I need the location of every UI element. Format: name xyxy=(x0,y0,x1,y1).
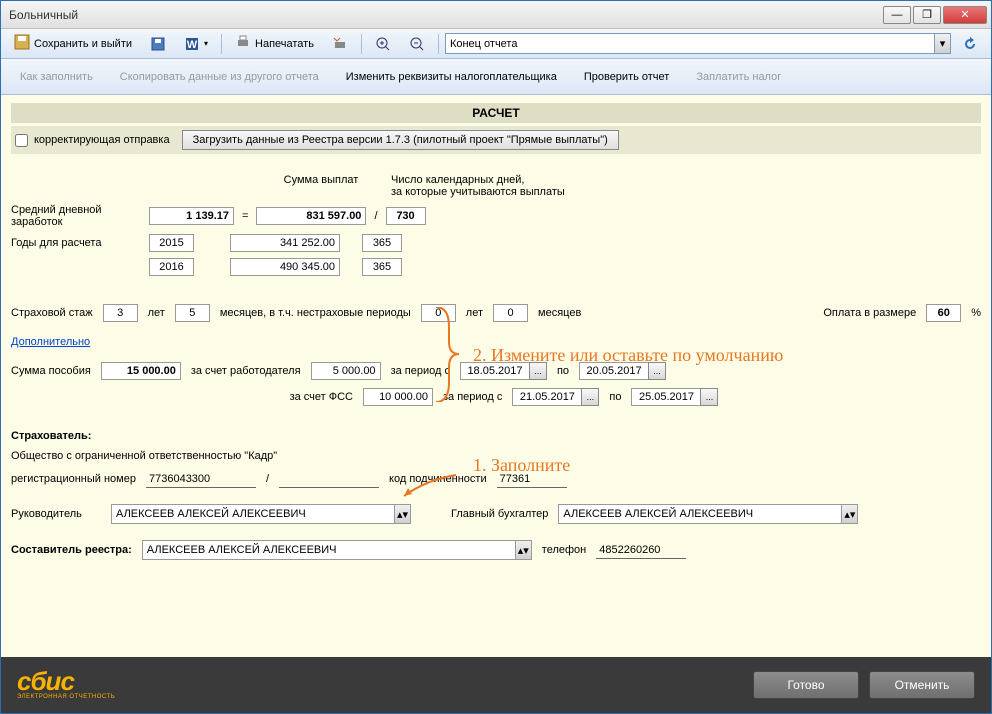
word-icon-button[interactable]: W▾ xyxy=(177,32,215,56)
chevron-down-icon[interactable]: ▾ xyxy=(934,34,950,53)
insurer-title: Страхователь: xyxy=(11,430,981,442)
reg-number[interactable] xyxy=(146,470,256,488)
fss-share-label: за счет ФСС xyxy=(223,391,353,403)
report-section-combo[interactable]: Конец отчета ▾ xyxy=(445,33,951,54)
save-exit-button[interactable]: Сохранить и выйти xyxy=(7,30,139,57)
maximize-button[interactable]: ❐ xyxy=(913,6,941,24)
svg-text:W: W xyxy=(187,39,198,51)
titlebar: Больничный — ❐ ✕ xyxy=(1,1,991,29)
noninsurance-years[interactable] xyxy=(421,304,456,322)
reg-number-label: регистрационный номер xyxy=(11,473,136,485)
year2-sum[interactable] xyxy=(230,258,340,276)
window-title: Больничный xyxy=(5,8,883,22)
combo-value: Конец отчета xyxy=(450,38,518,50)
year2-days[interactable] xyxy=(362,258,402,276)
subord-code[interactable] xyxy=(497,470,567,488)
fss-date-to[interactable] xyxy=(631,388,701,406)
pay-tax-button[interactable]: Заплатить налог xyxy=(683,69,789,85)
subord-code-label: код подчиненности xyxy=(389,473,487,485)
zoom-in-icon[interactable] xyxy=(368,32,398,56)
employer-share-label: за счет работодателя xyxy=(191,365,301,377)
print-dropdown-icon[interactable] xyxy=(325,32,355,56)
cancel-button[interactable]: Отменить xyxy=(869,671,975,699)
year1-days[interactable] xyxy=(362,234,402,252)
refresh-icon[interactable] xyxy=(955,32,985,56)
stazh-months[interactable] xyxy=(175,304,210,322)
phone-input[interactable] xyxy=(596,541,686,559)
head-label: Руководитель xyxy=(11,508,101,520)
calendar-icon[interactable]: ... xyxy=(529,362,547,380)
print-label: Напечатать xyxy=(255,38,314,50)
fss-share[interactable] xyxy=(363,388,433,406)
copy-data-button[interactable]: Скопировать данные из другого отчета xyxy=(107,69,327,85)
employer-date-from[interactable] xyxy=(460,362,530,380)
benefit-sum-label: Сумма пособия xyxy=(11,365,91,377)
phone-label: телефон xyxy=(542,544,586,556)
zoom-out-icon[interactable] xyxy=(402,32,432,56)
footer: сбис ЭЛЕКТРОННАЯ ОТЧЕТНОСТЬ Готово Отмен… xyxy=(1,657,991,713)
more-link[interactable]: Дополнительно xyxy=(11,336,90,348)
ok-button[interactable]: Готово xyxy=(753,671,859,699)
pay-rate[interactable] xyxy=(926,304,961,322)
avg-earning-label: Средний дневной заработок xyxy=(11,204,141,228)
print-button[interactable]: Напечатать xyxy=(228,30,321,57)
dropdown-icon[interactable]: ▴▾ xyxy=(515,541,531,559)
insurer-org: Общество с ограниченной ответственностью… xyxy=(11,450,981,462)
print-icon xyxy=(235,34,251,53)
change-requisites-button[interactable]: Изменить реквизиты налогоплательщика xyxy=(333,69,565,85)
toolbar-secondary: ? Как заполнить Скопировать данные из др… xyxy=(1,59,991,95)
total-days[interactable] xyxy=(386,207,426,225)
benefit-sum[interactable] xyxy=(101,362,181,380)
stazh-years[interactable] xyxy=(103,304,138,322)
save-icon-button[interactable] xyxy=(143,32,173,56)
header-sum: Сумма выплат xyxy=(251,174,391,198)
check-report-button[interactable]: Проверить отчет xyxy=(571,69,678,85)
dropdown-icon[interactable]: ▴▾ xyxy=(394,505,410,523)
pay-rate-label: Оплата в размере xyxy=(823,307,916,319)
header-days: Число календарных дней, за которые учиты… xyxy=(391,174,581,198)
year2[interactable] xyxy=(149,258,194,276)
close-button[interactable]: ✕ xyxy=(943,6,987,24)
minimize-button[interactable]: — xyxy=(883,6,911,24)
compiler-select[interactable]: АЛЕКСЕЕВ АЛЕКСЕЙ АЛЕКСЕЕВИЧ ▴▾ xyxy=(142,540,532,560)
save-exit-label: Сохранить и выйти xyxy=(34,38,132,50)
year1[interactable] xyxy=(149,234,194,252)
years-label: Годы для расчета xyxy=(11,237,141,249)
calendar-icon[interactable]: ... xyxy=(581,388,599,406)
dropdown-icon[interactable]: ▴▾ xyxy=(841,505,857,523)
content-area: РАСЧЕТ корректирующая отправка Загрузить… xyxy=(1,95,991,657)
employer-date-to[interactable] xyxy=(579,362,649,380)
load-registry-button[interactable]: Загрузить данные из Реестра версии 1.7.3… xyxy=(182,130,619,150)
head-select[interactable]: АЛЕКСЕЕВ АЛЕКСЕЙ АЛЕКСЕЕВИЧ ▴▾ xyxy=(111,504,411,524)
section-title: РАСЧЕТ xyxy=(11,103,981,123)
calendar-icon[interactable]: ... xyxy=(700,388,718,406)
accountant-label: Главный бухгалтер xyxy=(451,508,548,520)
avg-earning-value[interactable] xyxy=(149,207,234,225)
total-sum[interactable] xyxy=(256,207,366,225)
save-exit-icon xyxy=(14,34,30,53)
logo: сбис ЭЛЕКТРОННАЯ ОТЧЕТНОСТЬ xyxy=(17,670,743,699)
calendar-icon[interactable]: ... xyxy=(648,362,666,380)
toolbar-main: Сохранить и выйти W▾ Напечатать Конец от… xyxy=(1,29,991,59)
correction-checkbox[interactable]: корректирующая отправка xyxy=(15,134,170,147)
year1-sum[interactable] xyxy=(230,234,340,252)
reg-number-2[interactable] xyxy=(279,470,379,488)
fss-date-from[interactable] xyxy=(512,388,582,406)
accountant-select[interactable]: АЛЕКСЕЕВ АЛЕКСЕЙ АЛЕКСЕЕВИЧ ▴▾ xyxy=(558,504,858,524)
stazh-label: Страховой стаж xyxy=(11,307,93,319)
compiler-label: Составитель реестра: xyxy=(11,544,132,556)
employer-share[interactable] xyxy=(311,362,381,380)
noninsurance-months[interactable] xyxy=(493,304,528,322)
how-fill-button[interactable]: ? Как заполнить xyxy=(7,69,101,85)
